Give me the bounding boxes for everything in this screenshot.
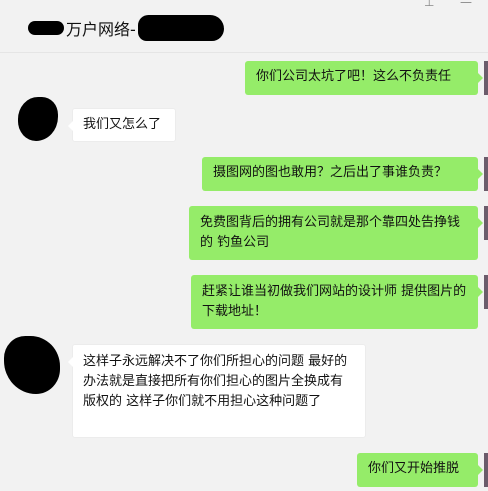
self-avatar[interactable] — [484, 157, 488, 191]
redacted-name-suffix — [137, 15, 224, 41]
outgoing-message[interactable]: 免费图背后的拥有公司就是那个靠四处告挣钱的 钓鱼公司 — [189, 206, 483, 260]
outgoing-message[interactable]: 赶紧让谁当初做我们网站的设计师 提供图片的下载地址！ — [191, 275, 483, 329]
outgoing-message[interactable]: 摄图网的图也敢用？之后出了事谁负责？ — [202, 157, 483, 191]
outgoing-message[interactable]: 你们公司太坑了吧！这么不负责任 — [245, 61, 483, 95]
contact-avatar[interactable] — [18, 97, 58, 141]
chat-title-text: 万户网络- — [66, 20, 136, 39]
redacted-name-prefix — [28, 21, 64, 35]
self-avatar[interactable] — [484, 275, 488, 309]
contact-avatar[interactable] — [4, 336, 60, 394]
incoming-message[interactable]: 我们又怎么了 — [68, 108, 176, 142]
outgoing-message[interactable]: 你们又开始推脱 — [357, 453, 483, 487]
minimize-icon[interactable]: — — [460, 0, 472, 8]
self-avatar[interactable] — [484, 453, 488, 487]
self-avatar[interactable] — [484, 206, 488, 240]
chat-header: 万户网络- ⊥ — — [0, 0, 488, 53]
message-list: 你们公司太坑了吧！这么不负责任 我们又怎么了 摄图网的图也敢用？之后出了事谁负责… — [0, 53, 488, 491]
self-avatar[interactable] — [484, 61, 488, 95]
incoming-message[interactable]: 这样子永远解决不了你们所担心的问题 最好的办法就是直接把所有你们担心的图片全换成… — [68, 344, 366, 438]
pin-icon[interactable]: ⊥ — [424, 0, 434, 8]
chat-title: 万户网络- — [28, 14, 224, 42]
